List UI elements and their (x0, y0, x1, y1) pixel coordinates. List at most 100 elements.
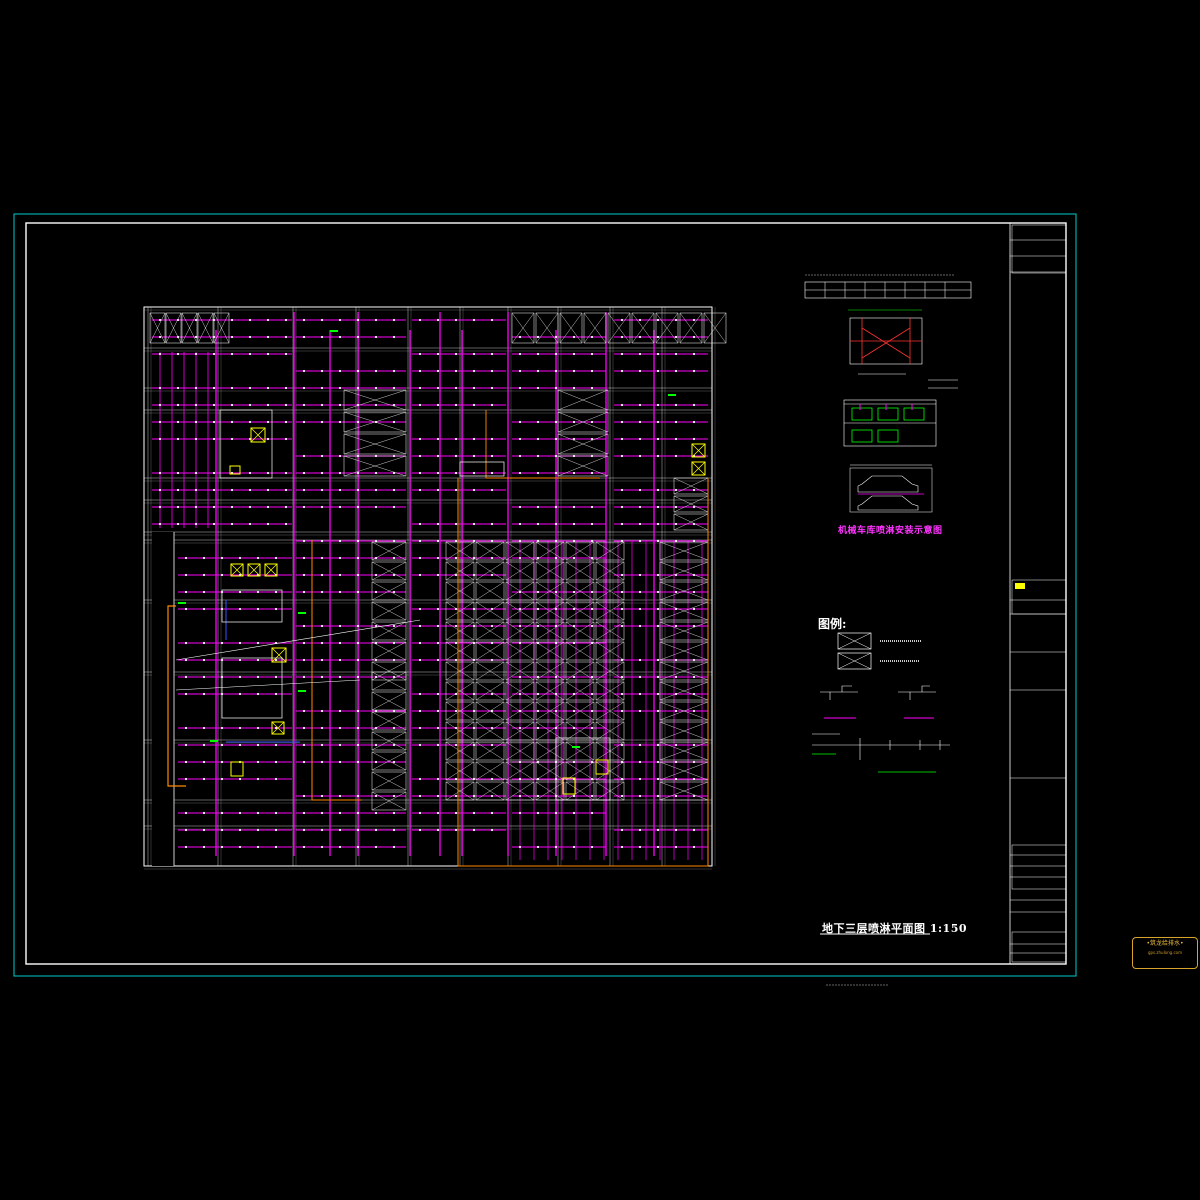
sprinkler-head (184, 828, 188, 832)
sprinkler-head (418, 539, 422, 543)
sprinkler-head (320, 709, 324, 713)
sprinkler-head (436, 454, 440, 458)
sprinkler-head (518, 386, 522, 390)
sprinkler-head (536, 352, 540, 356)
sprinkler-head (518, 794, 522, 798)
floor-plan[interactable] (143, 306, 727, 870)
sprinkler-head (248, 522, 252, 526)
sprinkler-head (256, 641, 260, 645)
sprinkler-head (418, 352, 422, 356)
sprinkler-head (656, 318, 660, 322)
sprinkler-head (674, 352, 678, 356)
sprinkler-head (338, 641, 342, 645)
sprinkler-head (490, 454, 494, 458)
sprinkler-head (536, 726, 540, 730)
sprinkler-head (338, 556, 342, 560)
sprinkler-head (374, 743, 378, 747)
sprinkler-head (572, 811, 576, 815)
sprinkler-head (356, 624, 360, 628)
stamp-line-1: •筑龙给排水• (1146, 940, 1184, 947)
sprinkler-head (620, 845, 624, 849)
sprinkler-head (590, 471, 594, 475)
sprinkler-head (518, 369, 522, 373)
sprinkler-head (266, 505, 270, 509)
sprinkler-head (212, 522, 216, 526)
sprinkler-head (674, 454, 678, 458)
sprinkler-head (674, 318, 678, 322)
sprinkler-head (220, 811, 224, 815)
sprinkler-head (638, 743, 642, 747)
sprinkler-head (620, 454, 624, 458)
sprinkler-head (220, 777, 224, 781)
sprinkler-head (518, 437, 522, 441)
sprinkler-head (590, 437, 594, 441)
sprinkler-head (212, 420, 216, 424)
sprinkler-head (572, 522, 576, 526)
sprinkler-head (554, 607, 558, 611)
sprinkler-head (656, 743, 660, 747)
sprinkler-head (220, 743, 224, 747)
sprinkler-head (572, 556, 576, 560)
sprinkler-head (674, 335, 678, 339)
sprinkler-head (572, 607, 576, 611)
sprinkler-head (230, 386, 234, 390)
sprinkler-head (590, 607, 594, 611)
sprinkler-head (274, 811, 278, 815)
sprinkler-head (302, 539, 306, 543)
sprinkler-head (692, 590, 696, 594)
sprinkler-head (302, 658, 306, 662)
sprinkler-head (320, 471, 324, 475)
cad-drawing-canvas[interactable] (0, 0, 1200, 1200)
sprinkler-head (356, 335, 360, 339)
sprinkler-head (184, 760, 188, 764)
sprinkler-head (248, 352, 252, 356)
sprinkler-head (238, 641, 242, 645)
sprinkler-head (220, 556, 224, 560)
sprinkler-head (590, 335, 594, 339)
sprinkler-head (674, 624, 678, 628)
sprinkler-head (436, 658, 440, 662)
sprinkler-head (620, 522, 624, 526)
sprinkler-head (338, 726, 342, 730)
sprinkler-head (212, 403, 216, 407)
sprinkler-head (638, 692, 642, 696)
sprinkler-head (436, 811, 440, 815)
sprinkler-head (230, 352, 234, 356)
sprinkler-head (356, 386, 360, 390)
sprinkler-head (536, 386, 540, 390)
sprinkler-head (454, 386, 458, 390)
sprinkler-head (490, 556, 494, 560)
sprinkler-head (238, 777, 242, 781)
sprinkler-head (274, 845, 278, 849)
sprinkler-head (220, 726, 224, 730)
sprinkler-head (284, 471, 288, 475)
legend-title: 图例: (818, 617, 847, 631)
sprinkler-head (554, 369, 558, 373)
sprinkler-head (472, 369, 476, 373)
sprinkler-head (284, 335, 288, 339)
sprinkler-head (692, 352, 696, 356)
sprinkler-head (320, 369, 324, 373)
core-room (221, 657, 283, 719)
sprinkler-head (436, 352, 440, 356)
sprinkler-head (176, 420, 180, 424)
sprinkler-head (536, 624, 540, 628)
sprinkler-head (554, 505, 558, 509)
sprinkler-head (554, 709, 558, 713)
core-room (221, 589, 283, 623)
sprinkler-head (176, 386, 180, 390)
sprinkler-head (266, 403, 270, 407)
sprinkler-head (266, 488, 270, 492)
sprinkler-head (338, 403, 342, 407)
sprinkler-head (274, 777, 278, 781)
sprinkler-head (202, 641, 206, 645)
sprinkler-head (184, 777, 188, 781)
sprinkler-head (536, 709, 540, 713)
sprinkler-head (620, 369, 624, 373)
sprinkler-head (392, 505, 396, 509)
sprinkler-head (302, 675, 306, 679)
sprinkler-head (454, 369, 458, 373)
sprinkler-head (256, 760, 260, 764)
drawing-title: 地下三层喷淋平面图 1:150 (822, 922, 968, 935)
sprinkler-head (454, 471, 458, 475)
